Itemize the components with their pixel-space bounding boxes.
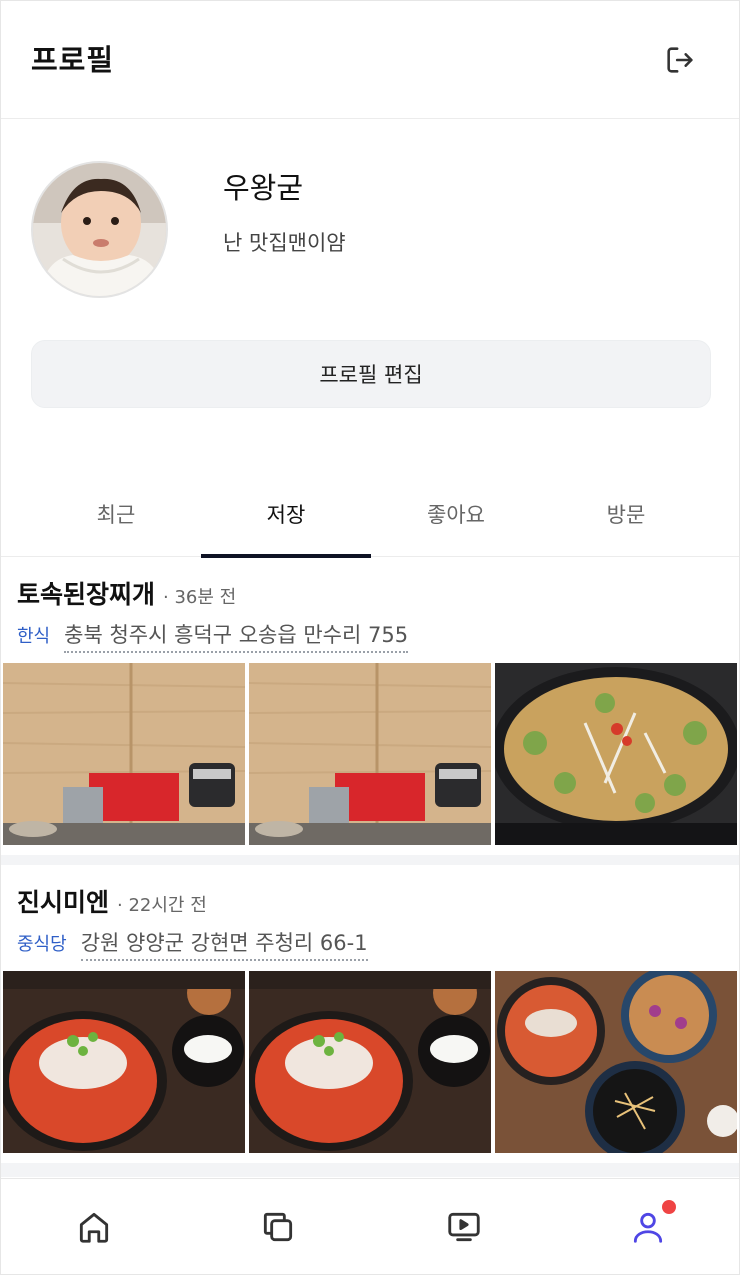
post-time: · 22시간 전 [117, 895, 207, 916]
post-header: 진시미엔 · 22시간 전 [17, 883, 207, 923]
profile-tabs: 최근 저장 좋아요 방문 [1, 471, 739, 558]
bottom-navigation [1, 1178, 739, 1274]
restaurant-name[interactable]: 토속된장찌개 [17, 575, 155, 611]
top-bar: 프로필 [1, 1, 739, 119]
nav-video[interactable] [444, 1207, 484, 1247]
post-card[interactable]: 토속된장찌개 · 36분 전 한식 충북 청주시 흥덕구 오송읍 만수리 755 [1, 575, 739, 855]
username: 우왕굳 [223, 171, 304, 205]
photo-thumbnail[interactable] [495, 663, 737, 845]
photo-row [3, 971, 739, 1153]
category-label: 한식 [17, 626, 51, 647]
page-title: 프로필 [31, 43, 115, 77]
profile-screen: 프로필 우왕굳 난 맛집맨이얌 프로필 편집 최근 저장 좋아요 방문 토속된장… [0, 0, 740, 1275]
bio: 난 맛집맨이얌 [223, 231, 346, 255]
notification-badge [662, 1200, 676, 1214]
photo-row [3, 663, 739, 845]
tab-recent[interactable]: 최근 [31, 471, 201, 557]
nav-collection[interactable] [258, 1207, 298, 1247]
tab-visits[interactable]: 방문 [541, 471, 711, 557]
address-link[interactable]: 충북 청주시 흥덕구 오송읍 만수리 755 [64, 619, 409, 653]
post-time: · 36분 전 [163, 587, 237, 608]
user-icon [633, 1212, 663, 1243]
post-meta: 한식 충북 청주시 흥덕구 오송읍 만수리 755 [17, 619, 409, 653]
photo-thumbnail[interactable] [495, 971, 737, 1153]
photo-thumbnail[interactable] [249, 663, 491, 845]
logout-button[interactable] [657, 39, 703, 81]
edit-profile-button[interactable]: 프로필 편집 [31, 340, 711, 408]
restaurant-name[interactable]: 진시미엔 [17, 883, 109, 919]
photo-thumbnail[interactable] [3, 663, 245, 845]
post-meta: 중식당 강원 양양군 강현면 주청리 66-1 [17, 927, 368, 961]
post-card[interactable]: 진시미엔 · 22시간 전 중식당 강원 양양군 강현면 주청리 66-1 [1, 883, 739, 1163]
category-label: 중식당 [17, 934, 67, 955]
photo-thumbnail[interactable] [249, 971, 491, 1153]
copy-icon [263, 1212, 293, 1242]
nav-profile[interactable] [628, 1207, 668, 1247]
tab-likes[interactable]: 좋아요 [371, 471, 541, 557]
logout-icon [667, 47, 693, 73]
photo-thumbnail[interactable] [3, 971, 245, 1153]
avatar-image [33, 163, 166, 296]
tab-saved[interactable]: 저장 [201, 471, 371, 558]
video-icon [448, 1212, 480, 1242]
home-icon [79, 1212, 109, 1243]
address-link[interactable]: 강원 양양군 강현면 주청리 66-1 [80, 927, 368, 961]
post-header: 토속된장찌개 · 36분 전 [17, 575, 236, 615]
avatar[interactable] [31, 161, 168, 298]
nav-home[interactable] [74, 1207, 114, 1247]
section-divider [1, 855, 739, 865]
section-divider [1, 1163, 739, 1177]
